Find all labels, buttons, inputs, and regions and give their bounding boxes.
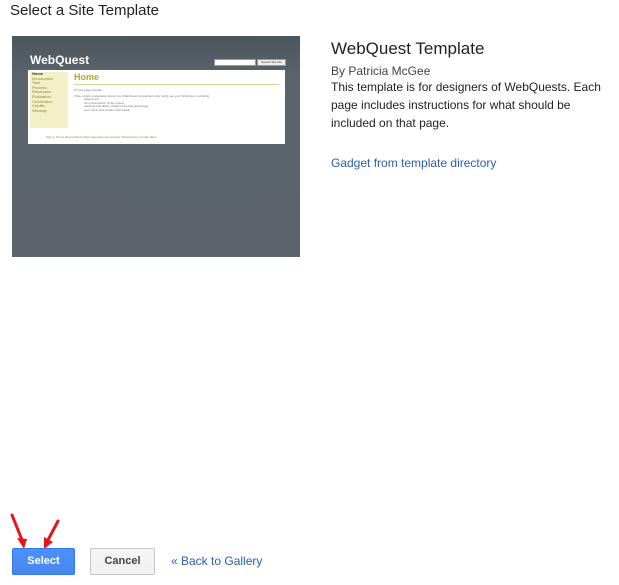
page-title: Select a Site Template	[10, 2, 159, 19]
gadget-directory-link[interactable]: Gadget from template directory	[331, 156, 496, 170]
thumbnail-intro: On this page include:	[74, 88, 103, 92]
template-name: WebQuest Template	[331, 39, 485, 58]
thumbnail-search-button: Search this site	[257, 59, 286, 66]
template-author: By Patricia McGee	[331, 64, 431, 78]
thumbnail-bullet: your name and contact information	[84, 107, 131, 112]
thumbnail-footer: Sign in Terms Report Abuse Print page Re…	[46, 135, 157, 139]
thumbnail-brand: WebQuest	[30, 53, 90, 67]
thumbnail-content: Home On this page include: Write a short…	[74, 72, 279, 112]
thumbnail-page: Home Introduction Task Process Resources…	[28, 70, 285, 144]
thumbnail-search-input	[214, 59, 256, 66]
thumbnail-heading: Home	[74, 72, 100, 82]
template-thumbnail: WebQuest Search this site Home Introduct…	[12, 36, 300, 257]
cancel-button[interactable]: Cancel	[90, 548, 155, 575]
select-button[interactable]: Select	[12, 548, 75, 575]
thumbnail-divider	[74, 84, 279, 85]
template-description: This template is for designers of WebQue…	[331, 80, 601, 130]
back-to-gallery-link[interactable]: « Back to Gallery	[171, 554, 262, 568]
thumbnail-nav-item: Sitemap	[32, 108, 47, 113]
thumbnail-sidebar: Home Introduction Task Process Resources…	[30, 72, 68, 128]
